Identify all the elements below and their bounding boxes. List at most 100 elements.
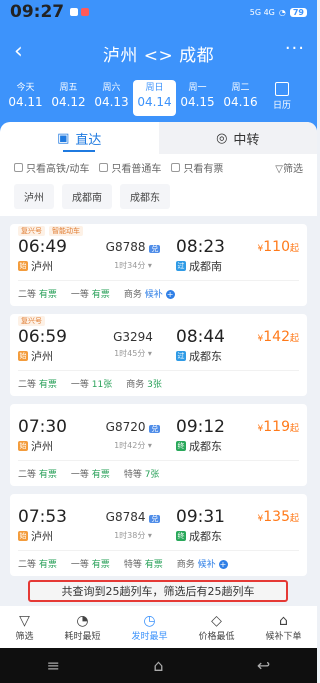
- arr-station: 成都东: [189, 530, 222, 543]
- tab-direct[interactable]: ▣ 直达: [0, 122, 159, 154]
- dep-station: 泸州: [31, 440, 53, 453]
- duration: 1时45分: [114, 349, 146, 358]
- back-icon[interactable]: ↩: [257, 656, 270, 675]
- result-notice: 共查询到25趟列车，筛选后有25趟列车: [28, 580, 288, 602]
- seat-item[interactable]: 一等 有票: [71, 557, 110, 570]
- more-button[interactable]: ···: [285, 38, 305, 59]
- date-item[interactable]: 周六 04.13: [90, 80, 133, 118]
- date-strip: 今天 04.11 周五 04.12 周六 04.13 周日 04.14 周一 04.15 …: [0, 80, 317, 118]
- battery-icon: 79: [289, 7, 307, 17]
- seat-item[interactable]: 商务 候补 +: [124, 287, 175, 300]
- chevron-down-icon[interactable]: ▾: [148, 531, 152, 540]
- chevron-down-icon[interactable]: ▾: [148, 441, 152, 450]
- train-icon: ▣: [57, 130, 70, 146]
- seat-item[interactable]: 二等 有票: [18, 377, 57, 390]
- train-tag: 智能动车: [49, 226, 83, 236]
- home-icon[interactable]: ⌂: [153, 656, 163, 675]
- train-tags: 复兴号 智能动车: [18, 224, 299, 236]
- bottom-tab[interactable]: ◔ 耗时最短: [64, 613, 100, 642]
- bottom-tab-icon: ◷: [143, 612, 156, 629]
- tab-transfer[interactable]: ◎ 中转: [158, 122, 317, 154]
- chevron-down-icon[interactable]: ▾: [148, 261, 152, 270]
- train-card[interactable]: 07:30 始泸州 G8720 兑 1时42分 ▾ 09:12 终成都东 ¥11…: [10, 404, 307, 486]
- arr-time: 08:23: [176, 237, 225, 257]
- title-bar: ‹ 泸州 <> 成都 ···: [0, 36, 317, 70]
- arr-station: 成都南: [189, 260, 222, 273]
- seat-item[interactable]: 二等 有票: [18, 467, 57, 480]
- date-item[interactable]: 今天 04.11: [4, 80, 47, 118]
- arrive-icon: 终: [176, 441, 186, 451]
- filter-icon: ▽: [275, 163, 283, 175]
- seat-row: 二等 有票 一等 有票 特等 有票 商务 候补 +: [18, 550, 299, 576]
- station-chip[interactable]: 泸州: [14, 184, 54, 209]
- arrive-icon: 终: [176, 531, 186, 541]
- price: ¥119起: [257, 419, 299, 435]
- checkbox-icon: [171, 162, 181, 172]
- dep-time: 07:30: [18, 417, 67, 437]
- bottom-tab-icon: ⌂: [279, 612, 288, 629]
- station-chip[interactable]: 成都东: [120, 184, 170, 209]
- add-icon[interactable]: +: [218, 560, 228, 569]
- train-number: G8788: [105, 240, 146, 254]
- arr-station: 成都东: [189, 350, 222, 363]
- add-icon[interactable]: +: [165, 290, 175, 299]
- transfer-icon: ◎: [216, 130, 228, 146]
- filter-putong[interactable]: 只看普通车: [99, 160, 161, 175]
- date-item[interactable]: 周一 04.15: [176, 80, 219, 118]
- seat-item[interactable]: 二等 有票: [18, 287, 57, 300]
- train-tags: [18, 404, 299, 416]
- menu-icon[interactable]: ≡: [47, 656, 60, 675]
- start-icon: 始: [18, 531, 28, 541]
- seat-item[interactable]: 商务 候补 +: [177, 557, 228, 570]
- exchange-badge: 兑: [149, 425, 161, 433]
- train-tag: 复兴号: [18, 226, 45, 236]
- duration: 1时34分: [114, 261, 146, 270]
- status-time: 09:27: [10, 2, 65, 22]
- back-button[interactable]: ‹: [14, 40, 23, 64]
- screen-button[interactable]: ▽筛选: [275, 160, 303, 175]
- dep-station: 泸州: [31, 530, 53, 543]
- bottom-bar: ▽ 筛选 ◔ 耗时最短 ◷ 发时最早 ◇ 价格最低 ⌂ 候补下单: [0, 606, 317, 648]
- train-card[interactable]: 复兴号 智能动车 06:49 始泸州 G8788 兑 1时34分 ▾ 08:23 …: [10, 224, 307, 306]
- date-item[interactable]: 周二 04.16: [219, 80, 262, 118]
- station-chips: 泸州 成都南 成都东: [0, 180, 317, 213]
- chevron-down-icon[interactable]: ▾: [148, 349, 152, 358]
- filter-youpiao[interactable]: 只看有票: [171, 160, 223, 175]
- bottom-tab[interactable]: ⌂ 候补下单: [265, 613, 301, 642]
- price: ¥110起: [257, 239, 299, 255]
- route-tabs: ▣ 直达 ◎ 中转: [0, 122, 317, 154]
- seat-item[interactable]: 一等 11张: [71, 377, 112, 390]
- seat-item[interactable]: 特等 7张: [124, 467, 160, 480]
- calendar-button[interactable]: 日历: [264, 80, 300, 118]
- dep-station: 泸州: [31, 350, 53, 363]
- seat-item[interactable]: 二等 有票: [18, 557, 57, 570]
- bottom-tab-icon: ▽: [19, 612, 30, 629]
- train-card[interactable]: 07:53 始泸州 G8784 兑 1时38分 ▾ 09:31 终成都东 ¥13…: [10, 494, 307, 576]
- date-item[interactable]: 周五 04.12: [47, 80, 90, 118]
- filter-gaotie[interactable]: 只看高铁/动车: [14, 160, 89, 175]
- station-chip[interactable]: 成都南: [62, 184, 112, 209]
- seat-item[interactable]: 一等 有票: [71, 467, 110, 480]
- train-number: G8720: [105, 420, 146, 434]
- exchange-badge: 兑: [149, 515, 161, 523]
- bottom-tab[interactable]: ▽ 筛选: [15, 613, 33, 642]
- seat-item[interactable]: 商务 3张: [126, 377, 162, 390]
- price: ¥135起: [257, 509, 299, 525]
- status-bar: 09:27 5G 4G ◔ 79: [0, 0, 317, 24]
- date-item-selected[interactable]: 周日 04.14: [133, 80, 176, 116]
- checkbox-icon: [99, 162, 109, 172]
- filter-row: 只看高铁/动车 只看普通车 只看有票 ▽筛选: [0, 154, 317, 180]
- signal-icon: 5G 4G: [249, 7, 275, 17]
- train-number: G8784: [105, 510, 146, 524]
- train-list: 复兴号 智能动车 06:49 始泸州 G8788 兑 1时34分 ▾ 08:23 …: [0, 216, 317, 605]
- seat-row: 二等 有票 一等 有票 特等 7张: [18, 460, 299, 486]
- arrive-icon: 过: [176, 261, 186, 271]
- seat-item[interactable]: 一等 有票: [71, 287, 110, 300]
- bottom-tab[interactable]: ◷ 发时最早: [131, 613, 167, 642]
- train-tag: 复兴号: [18, 316, 45, 326]
- bottom-tab-icon: ◔: [76, 612, 89, 629]
- train-card[interactable]: 复兴号 06:59 始泸州 G3294 1时45分 ▾ 08:44 过成都东 ¥…: [10, 314, 307, 396]
- seat-item[interactable]: 特等 有票: [124, 557, 163, 570]
- start-icon: 始: [18, 261, 28, 271]
- bottom-tab[interactable]: ◇ 价格最低: [198, 613, 234, 642]
